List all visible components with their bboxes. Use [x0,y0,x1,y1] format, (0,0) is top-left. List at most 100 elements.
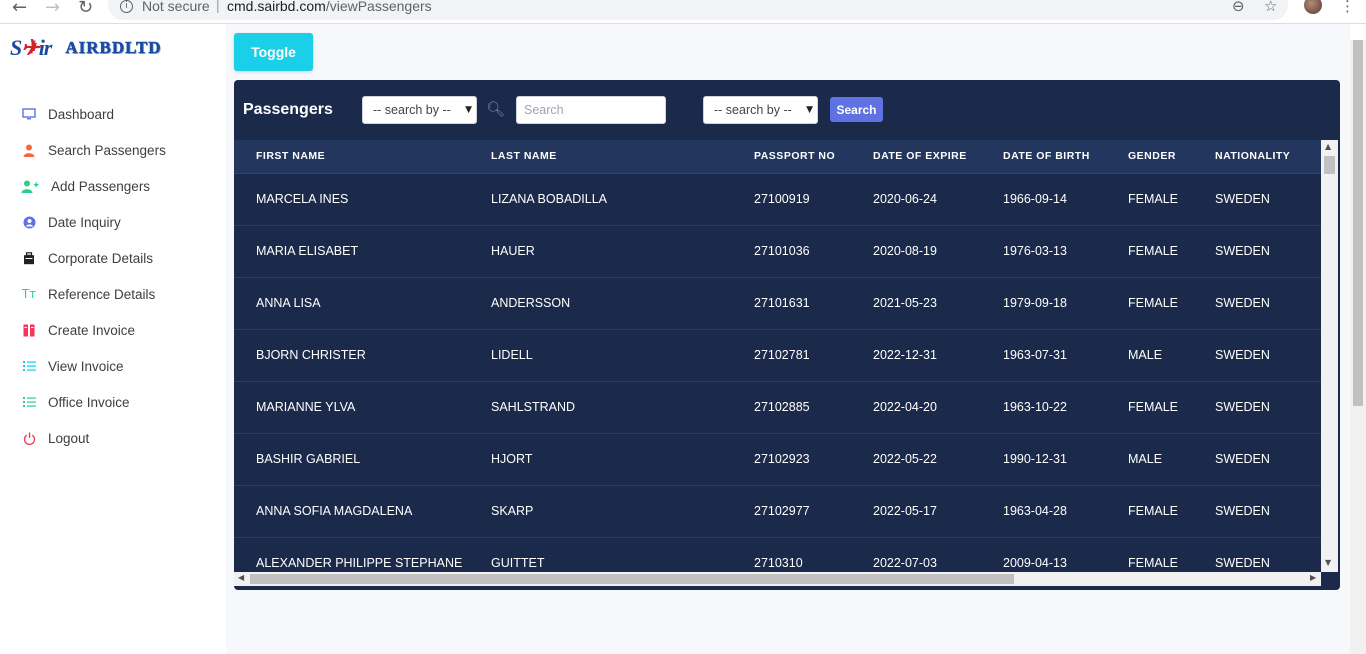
search-input[interactable] [516,96,666,124]
table-horizontal-scrollbar[interactable]: ◀ ▶ [234,572,1321,586]
table-header-row: FIRST NAME LAST NAME PASSPORT NO DATE OF… [234,140,1321,174]
list-icon [20,358,38,374]
scroll-right-icon[interactable]: ▶ [1310,573,1316,582]
page-title: Passengers [243,101,333,118]
sidebar-item-reference-details[interactable]: Tт Reference Details [20,276,166,312]
cell-gender: FEMALE [1106,225,1193,278]
cell-nationality: SWEDEN [1193,329,1321,382]
url-text[interactable]: cmd.sairbd.com/viewPassengers [227,0,432,14]
url-separator: | [216,0,220,13]
cell-date-of-expire: 2020-08-19 [851,225,981,278]
table-row[interactable]: ALEXANDER PHILIPPE STEPHANE GUITTET 2710… [234,537,1321,572]
column-header-gender[interactable]: GENDER [1106,140,1193,174]
logo-plane-mark: ✈ [21,35,39,60]
back-arrow-icon[interactable]: ← [12,0,27,18]
text-icon: Tт [21,287,37,301]
logo-sair: S✈ir [10,35,52,61]
briefcase-icon [20,250,38,266]
toggle-button[interactable]: Toggle [234,33,313,71]
sidebar-item-corporate-details[interactable]: Corporate Details [20,240,166,276]
power-icon [20,430,38,446]
browser-toolbar: ← → ↻ i Not secure | cmd.sairbd.com/view… [0,0,1366,24]
passengers-table-container[interactable]: FIRST NAME LAST NAME PASSPORT NO DATE OF… [234,140,1321,572]
column-header-first-name[interactable]: FIRST NAME [234,140,469,174]
cell-passport-no: 27102781 [732,329,851,382]
scrollbar-thumb[interactable] [1324,156,1335,174]
sidebar-item-add-passengers[interactable]: Add Passengers [20,168,166,204]
cell-date-of-birth: 1966-09-14 [981,173,1106,226]
page-vertical-scrollbar[interactable] [1350,40,1366,654]
sidebar-item-date-inquiry[interactable]: Date Inquiry [20,204,166,240]
cell-first-name: MARIANNE YLVA [234,381,469,434]
search-by-select-2[interactable]: -- search by -- ▼ [703,96,818,124]
caret-down-icon: ▼ [465,105,472,115]
cell-first-name: MARIA ELISABET [234,225,469,278]
column-header-date-of-expire[interactable]: DATE OF EXPIRE [851,140,981,174]
table-row[interactable]: BJORN CHRISTER LIDELL 27102781 2022-12-3… [234,329,1321,382]
sidebar-item-logout[interactable]: Logout [20,420,166,456]
cell-nationality: SWEDEN [1193,225,1321,278]
column-header-nationality[interactable]: NATIONALITY [1193,140,1321,174]
column-header-passport-no[interactable]: PASSPORT NO [732,140,851,174]
search-by-select-1[interactable]: -- search by -- ▼ [362,96,477,124]
cell-gender: FEMALE [1106,537,1193,572]
profile-avatar[interactable] [1304,0,1322,14]
cell-date-of-birth: 1963-04-28 [981,485,1106,538]
browser-menu-icon[interactable]: ⋮ [1340,0,1355,15]
info-icon[interactable]: i [120,0,133,13]
cell-date-of-expire: 2021-05-23 [851,277,981,330]
sidebar-menu: Dashboard Search Passengers Add Passenge… [20,96,166,456]
scroll-down-icon[interactable]: ▼ [1325,558,1331,567]
cell-nationality: SWEDEN [1193,537,1321,572]
forward-arrow-icon[interactable]: → [45,0,60,18]
table-row[interactable]: ANNA SOFIA MAGDALENA SKARP 27102977 2022… [234,485,1321,538]
search-button[interactable]: Search [830,97,883,122]
scroll-up-icon[interactable]: ▲ [1325,142,1331,151]
scroll-left-icon[interactable]: ◀ [238,573,244,582]
table-row[interactable]: MARIA ELISABET HAUER 27101036 2020-08-19… [234,225,1321,278]
logo-s: S [10,35,22,60]
url-host: cmd.sairbd.com [227,0,326,14]
sidebar-item-dashboard[interactable]: Dashboard [20,96,166,132]
scrollbar-thumb[interactable] [250,574,1014,584]
sidebar-item-search-passengers[interactable]: Search Passengers [20,132,166,168]
sidebar-item-view-invoice[interactable]: View Invoice [20,348,166,384]
cell-date-of-expire: 2022-05-22 [851,433,981,486]
sidebar-item-create-invoice[interactable]: Create Invoice [20,312,166,348]
list-icon [20,394,38,410]
bookmark-star-icon[interactable]: ☆ [1264,0,1277,15]
sidebar-item-label: Search Passengers [48,142,166,158]
table-row[interactable]: MARIANNE YLVA SAHLSTRAND 27102885 2022-0… [234,381,1321,434]
scrollbar-thumb[interactable] [1353,40,1363,406]
reload-icon[interactable]: ↻ [78,0,93,18]
brand-logo[interactable]: S✈ir AIRBDLTD [10,34,162,62]
sidebar-item-label: Date Inquiry [48,214,121,230]
zoom-icon[interactable]: ⊖ [1232,0,1245,15]
cell-passport-no: 27102923 [732,433,851,486]
cell-date-of-birth: 2009-04-13 [981,537,1106,572]
table-row[interactable]: MARCELA INES LIZANA BOBADILLA 27100919 2… [234,173,1321,226]
cell-date-of-birth: 1979-09-18 [981,277,1106,330]
cell-last-name: HJORT [469,433,732,486]
table-row[interactable]: BASHIR GABRIEL HJORT 27102923 2022-05-22… [234,433,1321,486]
cell-last-name: LIZANA BOBADILLA [469,173,732,226]
table-row[interactable]: ANNA LISA ANDERSSON 27101631 2021-05-23 … [234,277,1321,330]
sidebar-item-label: Reference Details [48,286,156,302]
cell-date-of-expire: 2022-05-17 [851,485,981,538]
table-vertical-scrollbar[interactable]: ▲ ▼ [1321,140,1338,572]
user-icon [20,142,38,158]
cell-first-name: BJORN CHRISTER [234,329,469,382]
cell-date-of-expire: 2022-12-31 [851,329,981,382]
column-header-date-of-birth[interactable]: DATE OF BIRTH [981,140,1106,174]
cell-date-of-expire: 2020-06-24 [851,173,981,226]
column-header-last-name[interactable]: LAST NAME [469,140,732,174]
select-value: -- search by -- [373,103,451,117]
invoice-icon [20,322,38,338]
sidebar-item-label: Add Passengers [51,178,151,194]
cell-gender: MALE [1106,433,1193,486]
cell-first-name: ANNA LISA [234,277,469,330]
cell-last-name: LIDELL [469,329,732,382]
cell-first-name: BASHIR GABRIEL [234,433,469,486]
cell-gender: FEMALE [1106,381,1193,434]
sidebar-item-office-invoice[interactable]: Office Invoice [20,384,166,420]
